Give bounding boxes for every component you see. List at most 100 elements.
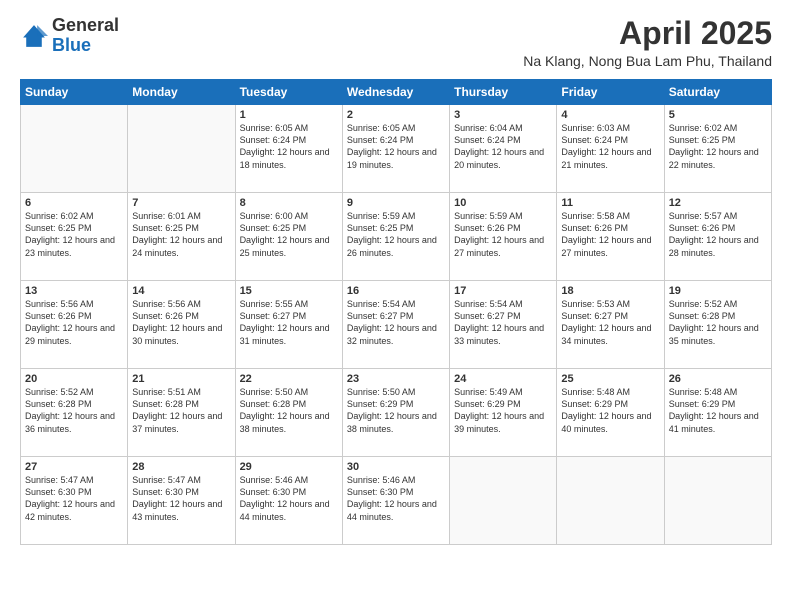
location-title: Na Klang, Nong Bua Lam Phu, Thailand [523, 53, 772, 69]
day-number: 13 [25, 285, 123, 297]
table-row: 8Sunrise: 6:00 AMSunset: 6:25 PMDaylight… [235, 193, 342, 281]
day-info: Sunrise: 5:52 AMSunset: 6:28 PMDaylight:… [25, 386, 123, 435]
day-number: 12 [669, 197, 767, 209]
table-row: 30Sunrise: 5:46 AMSunset: 6:30 PMDayligh… [342, 457, 449, 545]
table-row: 21Sunrise: 5:51 AMSunset: 6:28 PMDayligh… [128, 369, 235, 457]
day-number: 11 [561, 197, 659, 209]
table-row: 9Sunrise: 5:59 AMSunset: 6:25 PMDaylight… [342, 193, 449, 281]
day-info: Sunrise: 5:53 AMSunset: 6:27 PMDaylight:… [561, 298, 659, 347]
table-row: 19Sunrise: 5:52 AMSunset: 6:28 PMDayligh… [664, 281, 771, 369]
table-row: 10Sunrise: 5:59 AMSunset: 6:26 PMDayligh… [450, 193, 557, 281]
day-number: 18 [561, 285, 659, 297]
day-number: 9 [347, 197, 445, 209]
day-number: 4 [561, 109, 659, 121]
col-sunday: Sunday [21, 80, 128, 105]
calendar-week-row: 6Sunrise: 6:02 AMSunset: 6:25 PMDaylight… [21, 193, 772, 281]
table-row: 3Sunrise: 6:04 AMSunset: 6:24 PMDaylight… [450, 105, 557, 193]
day-number: 22 [240, 373, 338, 385]
col-monday: Monday [128, 80, 235, 105]
table-row: 1Sunrise: 6:05 AMSunset: 6:24 PMDaylight… [235, 105, 342, 193]
calendar-week-row: 1 Sunrise: 6:05 AMSunset: 6:24 PMDaylight… [21, 105, 772, 193]
table-row: 12Sunrise: 5:57 AMSunset: 6:26 PMDayligh… [664, 193, 771, 281]
col-saturday: Saturday [664, 80, 771, 105]
table-row [21, 105, 128, 193]
page: General Blue April 2025 Na Klang, Nong B… [0, 0, 792, 612]
day-number: 2 [347, 109, 445, 121]
day-number: 5 [669, 109, 767, 121]
day-info: Sunrise: 6:00 AMSunset: 6:25 PMDaylight:… [240, 210, 338, 259]
title-block: April 2025 Na Klang, Nong Bua Lam Phu, T… [523, 16, 772, 69]
col-friday: Friday [557, 80, 664, 105]
day-info: Sunrise: 5:59 AMSunset: 6:25 PMDaylight:… [347, 210, 445, 259]
day-number: 1 [240, 109, 338, 121]
day-number: 14 [132, 285, 230, 297]
table-row: 25Sunrise: 5:48 AMSunset: 6:29 PMDayligh… [557, 369, 664, 457]
table-row: 4Sunrise: 6:03 AMSunset: 6:24 PMDaylight… [557, 105, 664, 193]
day-info: Sunrise: 6:02 AMSunset: 6:25 PMDaylight:… [669, 122, 767, 171]
table-row: 20Sunrise: 5:52 AMSunset: 6:28 PMDayligh… [21, 369, 128, 457]
table-row: 13Sunrise: 5:56 AMSunset: 6:26 PMDayligh… [21, 281, 128, 369]
day-info: Sunrise: 5:48 AMSunset: 6:29 PMDaylight:… [561, 386, 659, 435]
day-info: Sunrise: 5:55 AMSunset: 6:27 PMDaylight:… [240, 298, 338, 347]
month-title: April 2025 [523, 16, 772, 51]
table-row [450, 457, 557, 545]
col-tuesday: Tuesday [235, 80, 342, 105]
table-row: 11Sunrise: 5:58 AMSunset: 6:26 PMDayligh… [557, 193, 664, 281]
day-info: Sunrise: 5:46 AMSunset: 6:30 PMDaylight:… [240, 474, 338, 523]
day-number: 19 [669, 285, 767, 297]
logo-icon [20, 22, 48, 50]
table-row: 29Sunrise: 5:46 AMSunset: 6:30 PMDayligh… [235, 457, 342, 545]
day-number: 28 [132, 461, 230, 473]
table-row: 27Sunrise: 5:47 AMSunset: 6:30 PMDayligh… [21, 457, 128, 545]
col-thursday: Thursday [450, 80, 557, 105]
day-info: Sunrise: 5:58 AMSunset: 6:26 PMDaylight:… [561, 210, 659, 259]
table-row: 22Sunrise: 5:50 AMSunset: 6:28 PMDayligh… [235, 369, 342, 457]
day-number: 15 [240, 285, 338, 297]
table-row: 26Sunrise: 5:48 AMSunset: 6:29 PMDayligh… [664, 369, 771, 457]
day-info: Sunrise: 5:56 AMSunset: 6:26 PMDaylight:… [25, 298, 123, 347]
day-number: 25 [561, 373, 659, 385]
day-info: Sunrise: 5:59 AMSunset: 6:26 PMDaylight:… [454, 210, 552, 259]
day-number: 29 [240, 461, 338, 473]
calendar: Sunday Monday Tuesday Wednesday Thursday… [20, 79, 772, 545]
day-number: 20 [25, 373, 123, 385]
day-info: Sunrise: 5:49 AMSunset: 6:29 PMDaylight:… [454, 386, 552, 435]
day-info: Sunrise: 5:46 AMSunset: 6:30 PMDaylight:… [347, 474, 445, 523]
day-info: Sunrise: 6:05 AMSunset: 6:24 PMDaylight:… [347, 122, 445, 171]
header: General Blue April 2025 Na Klang, Nong B… [20, 16, 772, 69]
day-info: Sunrise: 5:50 AMSunset: 6:28 PMDaylight:… [240, 386, 338, 435]
day-info: Sunrise: 5:52 AMSunset: 6:28 PMDaylight:… [669, 298, 767, 347]
day-info: Sunrise: 5:54 AMSunset: 6:27 PMDaylight:… [454, 298, 552, 347]
logo: General Blue [20, 16, 119, 56]
day-number: 6 [25, 197, 123, 209]
table-row: 5Sunrise: 6:02 AMSunset: 6:25 PMDaylight… [664, 105, 771, 193]
table-row: 24Sunrise: 5:49 AMSunset: 6:29 PMDayligh… [450, 369, 557, 457]
table-row: 14Sunrise: 5:56 AMSunset: 6:26 PMDayligh… [128, 281, 235, 369]
day-info: Sunrise: 6:03 AMSunset: 6:24 PMDaylight:… [561, 122, 659, 171]
day-info: Sunrise: 6:02 AMSunset: 6:25 PMDaylight:… [25, 210, 123, 259]
day-number: 23 [347, 373, 445, 385]
day-number: 8 [240, 197, 338, 209]
day-number: 16 [347, 285, 445, 297]
day-info: Sunrise: 5:51 AMSunset: 6:28 PMDaylight:… [132, 386, 230, 435]
calendar-header-row: Sunday Monday Tuesday Wednesday Thursday… [21, 80, 772, 105]
day-info: Sunrise: 5:56 AMSunset: 6:26 PMDaylight:… [132, 298, 230, 347]
day-number: 3 [454, 109, 552, 121]
day-number: 26 [669, 373, 767, 385]
logo-text: General Blue [52, 16, 119, 56]
day-info: Sunrise: 5:48 AMSunset: 6:29 PMDaylight:… [669, 386, 767, 435]
day-info: Sunrise: 6:01 AMSunset: 6:25 PMDaylight:… [132, 210, 230, 259]
day-info: Sunrise: 6:04 AMSunset: 6:24 PMDaylight:… [454, 122, 552, 171]
day-info: Sunrise: 5:47 AMSunset: 6:30 PMDaylight:… [25, 474, 123, 523]
logo-general: General [52, 15, 119, 35]
day-info: Sunrise: 5:47 AMSunset: 6:30 PMDaylight:… [132, 474, 230, 523]
day-number: 21 [132, 373, 230, 385]
table-row: 7Sunrise: 6:01 AMSunset: 6:25 PMDaylight… [128, 193, 235, 281]
day-number: 24 [454, 373, 552, 385]
table-row: 16Sunrise: 5:54 AMSunset: 6:27 PMDayligh… [342, 281, 449, 369]
calendar-week-row: 27Sunrise: 5:47 AMSunset: 6:30 PMDayligh… [21, 457, 772, 545]
table-row: 15Sunrise: 5:55 AMSunset: 6:27 PMDayligh… [235, 281, 342, 369]
table-row: 17Sunrise: 5:54 AMSunset: 6:27 PMDayligh… [450, 281, 557, 369]
table-row: 2Sunrise: 6:05 AMSunset: 6:24 PMDaylight… [342, 105, 449, 193]
day-number: 7 [132, 197, 230, 209]
